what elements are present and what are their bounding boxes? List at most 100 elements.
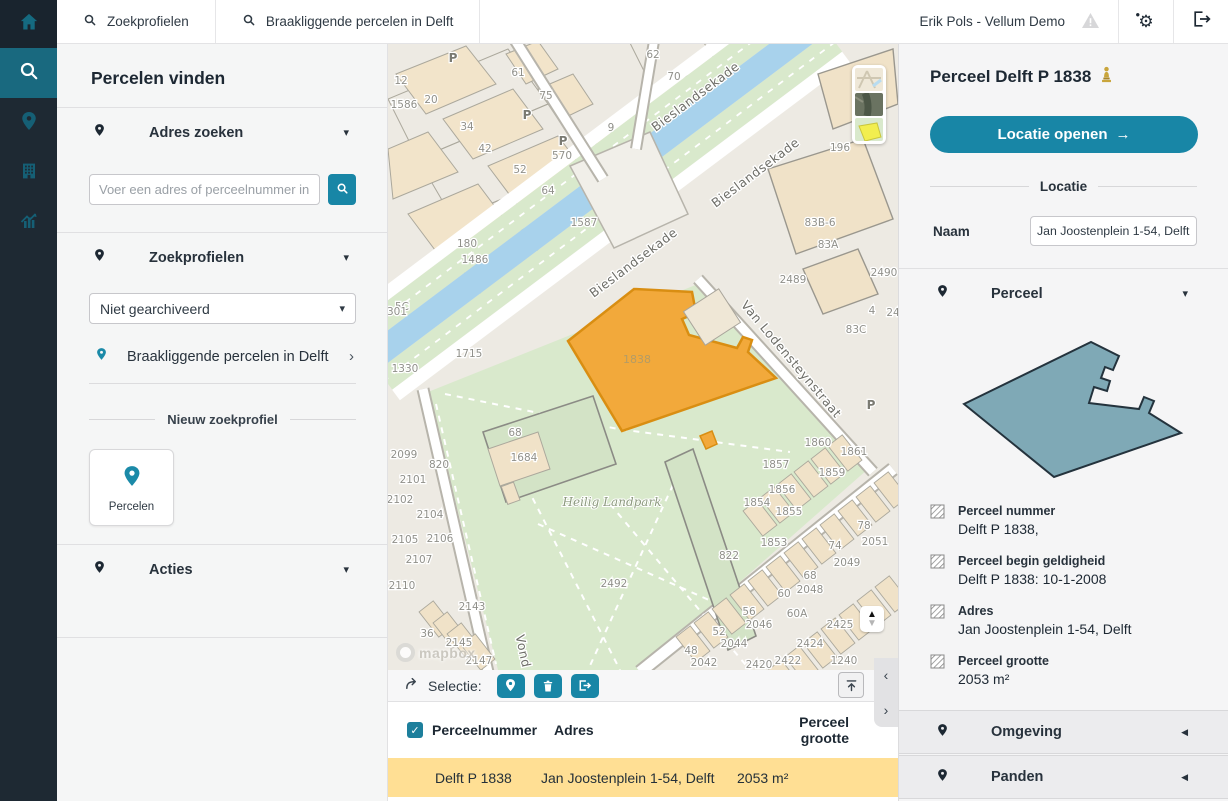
svg-text:62: 62 xyxy=(646,49,659,61)
svg-text:83C: 83C xyxy=(846,324,867,336)
svg-text:20: 20 xyxy=(424,94,437,106)
style-satellite-thumbnail[interactable] xyxy=(855,93,883,116)
section-omgeving[interactable]: Omgeving ◀ xyxy=(899,710,1228,754)
svg-text:2102: 2102 xyxy=(388,494,413,506)
tab-zoekprofielen[interactable]: Zoekprofielen xyxy=(57,0,216,43)
svg-text:74: 74 xyxy=(828,540,842,552)
map-pitch-control[interactable]: ▲ ▼ xyxy=(860,606,884,632)
parcel-outline xyxy=(964,342,1181,477)
style-parcels-thumbnail[interactable] xyxy=(855,118,883,141)
chevron-down-icon[interactable]: ▾ xyxy=(343,126,349,139)
search-icon xyxy=(242,13,256,30)
section-panden[interactable]: Panden ◀ xyxy=(899,755,1228,799)
svg-text:2049: 2049 xyxy=(834,557,861,569)
map-style-switcher[interactable] xyxy=(852,65,886,144)
chevron-down-icon[interactable]: ▾ xyxy=(343,251,349,264)
chevron-down-icon[interactable]: ▾ xyxy=(343,563,349,576)
buildings-nav-button[interactable] xyxy=(0,148,57,198)
svg-text:75: 75 xyxy=(539,90,552,102)
statistics-nav-button[interactable] xyxy=(0,198,57,248)
svg-text:56: 56 xyxy=(742,606,756,618)
user-menu[interactable]: Erik Pols - Vellum Demo xyxy=(901,0,1118,43)
svg-text:1859: 1859 xyxy=(819,467,846,479)
svg-text:2110: 2110 xyxy=(389,580,416,592)
svg-text:P: P xyxy=(867,398,876,412)
select-all-checkbox[interactable]: ✓ xyxy=(407,722,423,738)
svg-text:1586: 1586 xyxy=(391,99,418,111)
chevron-left-icon[interactable]: ◀ xyxy=(1181,772,1188,783)
archive-filter-select[interactable]: Niet gearchiveerd ▾ xyxy=(89,293,356,324)
mapbox-attribution[interactable]: mapbox xyxy=(396,643,476,662)
chevron-left-icon[interactable]: ◀ xyxy=(1181,727,1188,738)
address-search-button[interactable] xyxy=(328,174,356,205)
address-search-row xyxy=(57,157,387,232)
home-icon xyxy=(18,11,40,38)
map-and-results: 1215862034425264617596270570158718014865… xyxy=(388,44,898,801)
divider xyxy=(57,637,387,638)
naam-input[interactable] xyxy=(1030,216,1197,246)
svg-text:42: 42 xyxy=(478,143,491,155)
svg-text:1855: 1855 xyxy=(776,506,803,518)
svg-text:2048: 2048 xyxy=(797,584,824,596)
svg-text:1684: 1684 xyxy=(511,452,538,464)
svg-text:820: 820 xyxy=(429,459,449,471)
section-label: Adres zoeken xyxy=(149,125,243,141)
selection-export-button[interactable] xyxy=(571,674,599,698)
expand-table-button[interactable] xyxy=(838,672,864,698)
style-streets-thumbnail[interactable] xyxy=(855,68,883,91)
search-icon xyxy=(336,182,349,198)
panel-title: Percelen vinden xyxy=(57,44,387,107)
section-adres-zoeken[interactable]: Adres zoeken ▾ xyxy=(57,108,387,157)
column-header-grootte[interactable]: Perceel grootte xyxy=(750,714,862,746)
svg-text:2105: 2105 xyxy=(392,534,419,546)
new-profile-divider: Nieuw zoekprofiel xyxy=(89,412,356,427)
building-icon xyxy=(19,161,39,186)
locations-nav-button[interactable] xyxy=(0,98,57,148)
export-icon xyxy=(577,678,592,693)
svg-text:P: P xyxy=(559,134,568,148)
svg-text:301: 301 xyxy=(388,306,407,318)
chevron-down-icon[interactable]: ▾ xyxy=(1182,287,1188,300)
svg-text:60A: 60A xyxy=(787,608,808,620)
column-header-adres[interactable]: Adres xyxy=(554,722,750,738)
selection-toolbar: Selectie: xyxy=(388,670,898,702)
selection-delete-button[interactable] xyxy=(534,674,562,698)
map-canvas[interactable]: 1215862034425264617596270570158718014865… xyxy=(388,44,898,670)
open-location-button[interactable]: Locatie openen→ xyxy=(930,116,1198,153)
section-perceel[interactable]: Perceel ▾ xyxy=(899,269,1228,318)
search-profile-item[interactable]: Braakliggende percelen in Delft › xyxy=(89,346,356,384)
svg-text:52: 52 xyxy=(712,626,725,638)
trash-icon xyxy=(541,679,555,693)
detail-adres: AdresJan Joostenplein 1-54, Delft xyxy=(899,596,1228,646)
tab-braakliggende-percelen[interactable]: Braakliggende percelen in Delft xyxy=(216,0,481,43)
logout-button[interactable] xyxy=(1173,0,1228,43)
expand-right-chevron[interactable]: › xyxy=(884,703,889,717)
address-search-input[interactable] xyxy=(89,174,320,205)
column-header-perceelnummer[interactable]: Perceelnummer xyxy=(432,722,554,738)
svg-text:1715: 1715 xyxy=(456,348,483,360)
search-icon xyxy=(83,13,97,30)
home-button[interactable] xyxy=(0,0,57,48)
section-zoekprofielen[interactable]: Zoekprofielen ▾ xyxy=(57,233,387,282)
collapse-left-chevron[interactable]: ‹ xyxy=(884,668,889,682)
svg-text:83B-6: 83B-6 xyxy=(804,217,835,229)
section-acties[interactable]: Acties ▾ xyxy=(57,545,387,594)
search-icon xyxy=(18,60,40,87)
svg-text:2101: 2101 xyxy=(400,474,427,486)
svg-text:2051: 2051 xyxy=(862,536,889,548)
section-label: Zoekprofielen xyxy=(149,250,244,266)
chevron-down-icon: ▾ xyxy=(339,302,345,315)
table-row[interactable]: Delft P 1838 Jan Joostenplein 1-54, Delf… xyxy=(388,758,898,797)
card-label: Percelen xyxy=(109,501,154,513)
svg-text:2422: 2422 xyxy=(775,655,802,667)
settings-button[interactable]: ⚙ ● xyxy=(1118,0,1173,43)
svg-text:70: 70 xyxy=(667,71,680,83)
search-nav-button[interactable] xyxy=(0,48,57,98)
selection-locate-button[interactable] xyxy=(497,674,525,698)
hatched-square-icon xyxy=(930,554,945,587)
svg-text:2107: 2107 xyxy=(406,554,433,566)
top-bar: Zoekprofielen Braakliggende percelen in … xyxy=(57,0,1228,44)
new-parcel-profile-card[interactable]: Percelen xyxy=(89,449,174,526)
svg-text:1330: 1330 xyxy=(392,363,419,375)
svg-text:822: 822 xyxy=(719,550,739,562)
